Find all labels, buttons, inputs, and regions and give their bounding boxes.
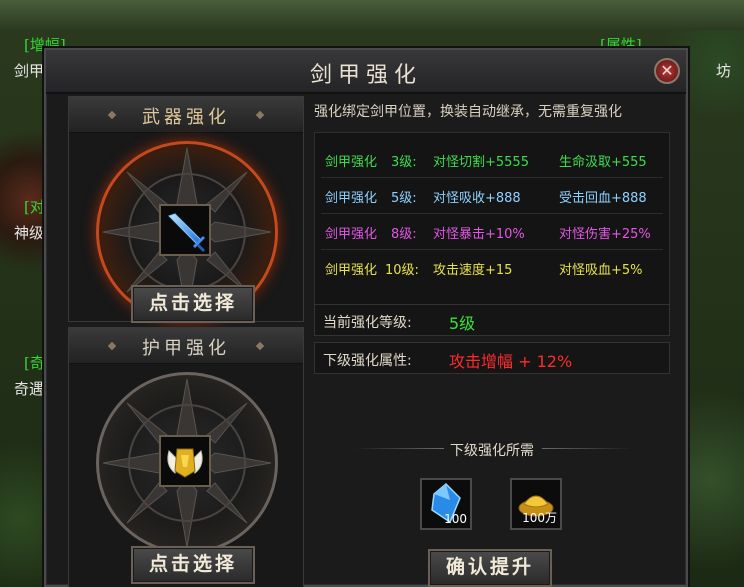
tier-attr-2: 对怪伤害+25%	[559, 227, 651, 242]
tier-level: 3级:	[391, 155, 417, 170]
tier-attr-1: 对怪暴击+10%	[433, 227, 525, 242]
left-panel: 武器强化 点击选择 护甲强化 点击选择	[66, 94, 306, 587]
armor-section: 护甲强化 点击选择	[68, 327, 304, 587]
tier-row: 剑甲强化 5级: 对怪吸收+888 受击回血+888	[315, 177, 669, 213]
tier-bonus-list: 剑甲强化 3级: 对怪切割+5555 生命汲取+555 剑甲强化 5级: 对怪吸…	[314, 132, 670, 332]
tier-attr-2: 对怪吸血+5%	[559, 263, 643, 278]
bg-label-right-1: 坊	[716, 62, 732, 80]
divider-right	[542, 448, 632, 449]
weapon-header: 武器强化	[69, 97, 303, 133]
material-count: 100万	[522, 511, 557, 525]
enhance-description: 强化绑定剑甲位置，换装自动继承，无需重复强化	[314, 104, 622, 120]
weapon-header-label: 武器强化	[142, 107, 230, 128]
tier-row: 剑甲强化 8级: 对怪暴击+10% 对怪伤害+25%	[315, 213, 669, 249]
tier-level: 5级:	[391, 191, 417, 206]
title-bar: 剑甲强化 ✕	[46, 50, 686, 94]
tier-attr-2: 生命汲取+555	[559, 155, 647, 170]
weapon-select-button[interactable]: 点击选择	[131, 285, 255, 323]
tier-attr-1: 对怪吸收+888	[433, 191, 521, 206]
tier-name: 剑甲强化	[325, 191, 378, 206]
material-slot-gold[interactable]: 100万	[510, 478, 562, 530]
window-title: 剑甲强化	[309, 63, 422, 88]
blue-sword-icon	[168, 213, 205, 252]
tier-level: 10级:	[385, 263, 419, 278]
tier-name: 剑甲强化	[325, 155, 378, 170]
weapon-section: 武器强化 点击选择	[68, 96, 304, 323]
current-level-value: 5级	[449, 314, 476, 333]
bg-label-left-5: 奇遇	[14, 380, 45, 398]
armor-header-label: 护甲强化	[142, 338, 230, 359]
bg-label-left-1: 剑甲	[14, 62, 45, 80]
bg-label-left-4: [奇	[24, 354, 45, 372]
armor-select-button[interactable]: 点击选择	[131, 546, 255, 584]
next-attr-label: 下级强化属性:	[323, 353, 412, 369]
next-attr-value: 攻击增幅 + 12%	[449, 352, 573, 371]
background-top-strip	[0, 0, 744, 30]
tier-attr-1: 对怪切割+5555	[433, 155, 529, 170]
sword-armor-enhance-window: 剑甲强化 ✕ 武器强化 点击选择 护甲强化 点击选择 强化绑定剑甲位置，换装自动…	[44, 48, 688, 587]
current-level-label: 当前强化等级:	[323, 315, 412, 331]
bg-label-left-2: [对	[24, 198, 45, 216]
current-level-field: 当前强化等级: 5级	[314, 304, 670, 336]
tier-name: 剑甲强化	[325, 227, 378, 242]
weapon-item-slot[interactable]	[159, 204, 211, 256]
right-panel: 强化绑定剑甲位置，换装自动继承，无需重复强化 剑甲强化 3级: 对怪切割+555…	[314, 94, 676, 587]
golden-winged-armor-icon	[167, 448, 203, 478]
material-count: 100	[444, 512, 467, 526]
tier-row: 剑甲强化 10级: 攻击速度+15 对怪吸血+5%	[315, 249, 669, 285]
tier-level: 8级:	[391, 227, 417, 242]
armor-rune-circle	[96, 372, 278, 554]
tier-row: 剑甲强化 3级: 对怪切割+5555 生命汲取+555	[315, 141, 669, 177]
tier-name: 剑甲强化	[325, 263, 378, 278]
close-button[interactable]: ✕	[654, 58, 680, 84]
armor-item-slot[interactable]	[159, 435, 211, 487]
confirm-upgrade-button[interactable]: 确认提升	[428, 549, 552, 587]
tier-attr-2: 受击回血+888	[559, 191, 647, 206]
bg-label-left-3: 神级	[14, 224, 45, 242]
tier-attr-1: 攻击速度+15	[433, 263, 513, 278]
next-attr-field: 下级强化属性: 攻击增幅 + 12%	[314, 342, 670, 374]
material-slot-crystal[interactable]: 100	[420, 478, 472, 530]
requirements-title: 下级强化所需	[450, 443, 534, 459]
armor-header: 护甲强化	[69, 328, 303, 364]
